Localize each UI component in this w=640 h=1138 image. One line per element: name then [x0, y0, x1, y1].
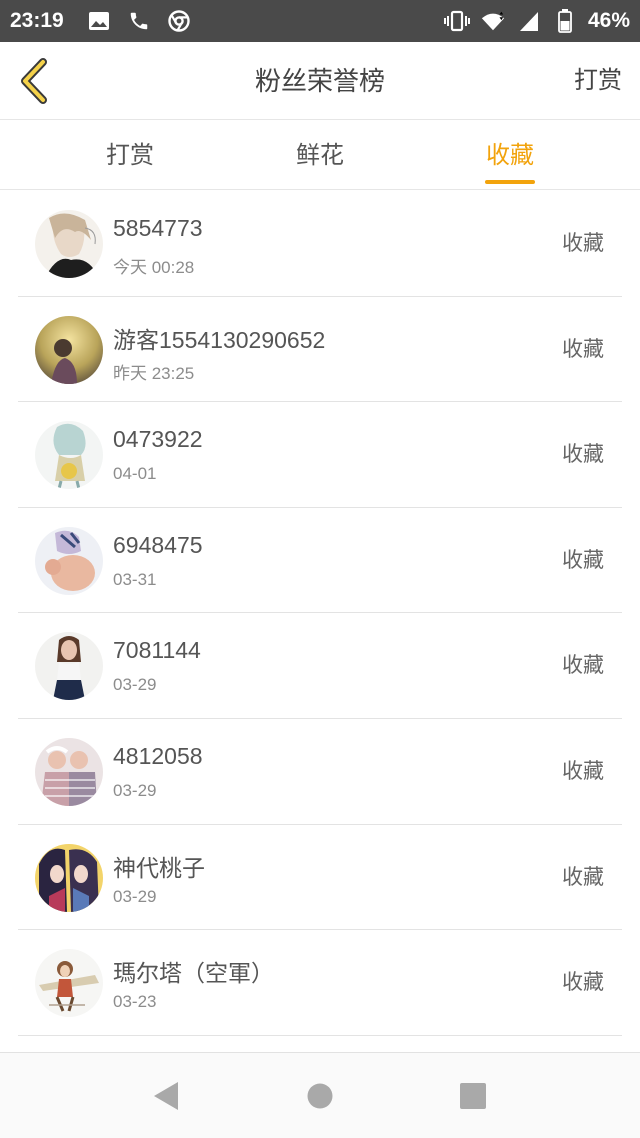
- nav-home-icon: [307, 1083, 333, 1109]
- fan-time: 03-23: [113, 992, 157, 1012]
- status-bar: 23:19 46%: [0, 0, 640, 42]
- avatar: [35, 421, 103, 490]
- favorite-label: 收藏: [562, 865, 604, 889]
- list-item[interactable]: 4812058 03-29 收藏: [18, 719, 622, 825]
- list-item[interactable]: 神代桃子 03-29 收藏: [18, 825, 622, 931]
- status-time: 23:19: [10, 9, 64, 32]
- list-item[interactable]: 瑪尔塔（空軍） 03-23 收藏: [18, 930, 622, 1036]
- image-icon: [86, 8, 112, 34]
- fan-list: 5854773 今天 00:28 收藏 游客1554130290652 昨天 2…: [0, 191, 640, 1036]
- avatar: [35, 737, 103, 806]
- list-item[interactable]: 5854773 今天 00:28 收藏: [18, 191, 622, 297]
- list-item[interactable]: 游客1554130290652 昨天 23:25 收藏: [18, 297, 622, 403]
- fan-time: 03-29: [113, 886, 157, 906]
- page-title: 粉丝荣誉榜: [254, 66, 385, 96]
- wifi-icon: [480, 8, 506, 34]
- favorite-label: 收藏: [562, 337, 604, 361]
- favorite-label: 收藏: [562, 971, 604, 995]
- fan-time: 今天 00:28: [113, 258, 195, 277]
- avatar: [35, 843, 103, 912]
- reward-button[interactable]: 打赏: [574, 42, 622, 120]
- fan-time: 04-01: [113, 464, 157, 484]
- tab-bar: 打赏 鲜花 收藏: [0, 120, 640, 190]
- fan-time: 昨天 23:25: [113, 363, 195, 383]
- fan-name: 5854773: [113, 215, 203, 241]
- favorite-label: 收藏: [562, 654, 604, 678]
- avatar: [35, 526, 103, 595]
- nav-recent-icon: [460, 1083, 486, 1109]
- back-button[interactable]: [14, 56, 54, 106]
- favorite-label: 收藏: [562, 548, 604, 572]
- fan-time: 03-31: [113, 569, 157, 589]
- avatar: [35, 632, 103, 701]
- nav-home-button[interactable]: [304, 1080, 336, 1112]
- nav-back-button[interactable]: [150, 1080, 182, 1112]
- tab-reward[interactable]: 打赏: [60, 120, 200, 190]
- fan-name: 4812058: [113, 742, 203, 769]
- fan-time: 03-29: [113, 675, 157, 695]
- phone-icon: [126, 8, 152, 34]
- nav-recent-button[interactable]: [457, 1080, 489, 1112]
- vibrate-icon: [443, 8, 470, 34]
- active-tab-indicator: [485, 180, 535, 184]
- fan-name: 游客1554130290652: [113, 326, 326, 353]
- battery-percentage: 46%: [587, 9, 630, 32]
- system-nav-bar: [0, 1053, 640, 1138]
- avatar: [35, 210, 103, 278]
- fan-name: 0473922: [113, 426, 203, 453]
- favorite-label: 收藏: [562, 759, 604, 783]
- fan-time: 03-29: [113, 780, 157, 800]
- avatar: [35, 315, 103, 384]
- nav-back-icon: [154, 1082, 178, 1110]
- favorite-label: 收藏: [562, 443, 604, 467]
- fan-name: 6948475: [113, 531, 203, 558]
- avatar: [35, 949, 103, 1018]
- fan-name: 神代桃子: [113, 854, 205, 881]
- tab-flowers[interactable]: 鲜花: [250, 120, 390, 190]
- chrome-icon: [166, 8, 192, 34]
- header: 粉丝荣誉榜 打赏: [0, 42, 640, 120]
- chevron-left-icon: [21, 58, 47, 104]
- battery-icon: [552, 8, 578, 34]
- fan-name: 7081144: [113, 637, 201, 664]
- list-item[interactable]: 6948475 03-31 收藏: [18, 508, 622, 614]
- list-item[interactable]: 7081144 03-29 收藏: [18, 613, 622, 719]
- signal-icon: [516, 8, 542, 34]
- favorite-label: 收藏: [562, 232, 604, 255]
- list-item[interactable]: 0473922 04-01 收藏: [18, 402, 622, 508]
- fan-name: 瑪尔塔（空軍）: [113, 960, 274, 987]
